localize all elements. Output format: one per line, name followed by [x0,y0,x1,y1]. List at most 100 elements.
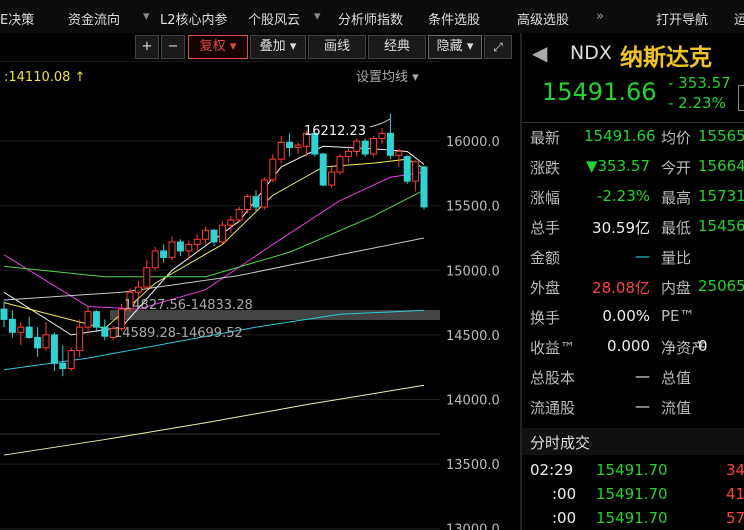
candle-body [8,318,16,333]
candle [319,152,327,187]
menu-item-fund-flow[interactable]: 资金流向 [68,9,120,28]
candle [218,221,226,245]
menu-item-advanced-select[interactable]: 高级选股 [517,9,569,28]
tick-price: 15491.70 [596,485,668,503]
quote-label: 流通股 [530,399,576,417]
candle-body [185,243,193,252]
quote-label: 收益™ [530,339,576,357]
candle [176,239,184,257]
candle-body [134,286,142,293]
quote-value: 0.000 [607,337,650,355]
quote-value: 28.08亿 [592,279,650,297]
candle [92,310,100,333]
quote-divider [522,122,744,123]
candle-body [17,326,25,333]
candle [76,319,84,357]
quote-label: 总值 [661,369,692,387]
candle [412,160,420,192]
fuquan-button[interactable]: 复权 ▾ [188,35,248,59]
zoom-out-button[interactable]: − [161,35,185,59]
candle [168,236,176,260]
candle [84,306,92,333]
candle-body [403,156,411,182]
back-arrow-icon[interactable]: ◀ [532,41,547,65]
menu-item-decision[interactable]: E决策 [0,9,34,28]
candle-body [412,161,420,182]
panel-edge-box [738,85,744,111]
candlestick-chart[interactable]: :14110.08 ↑ 设置均线 ▾ 16212.23 14827.56-148… [0,61,440,530]
candle-body [328,171,336,186]
candle-body [235,209,243,221]
draw-line-button[interactable]: 画线 [308,35,366,59]
candle-body [210,229,218,243]
menu-item-analyst-index[interactable]: 分析师指数 [338,9,403,28]
menu-item-stock-risk[interactable]: 个股风云 [248,9,300,28]
quote-value: 0 [698,337,708,355]
symbol-code: NDX [570,42,612,64]
candle-body [353,140,361,152]
y-tick-label: 13500.0 [446,458,500,473]
hide-button[interactable]: 隐藏 ▾ [428,35,482,59]
tick-price: 15491.70 [596,509,668,527]
tick-volume: 57 [726,509,744,527]
candle [277,135,285,164]
quote-label: 量比 [661,249,692,267]
tick-time: :00 [552,509,577,527]
candle [294,142,302,155]
tick-volume: 34 [726,461,744,479]
menu-item-open-nav[interactable]: 打开导航 [656,9,708,28]
overlay-button[interactable]: 叠加 ▾ [250,35,306,59]
quote-label: 总手 [530,219,561,237]
zone-label-lower: 14589.28-14699.52 [114,326,243,341]
candle [59,345,67,377]
quote-value: ▼353.57 [585,157,650,175]
candle [336,154,344,175]
classic-button[interactable]: 经典 [368,35,426,59]
candle [193,234,201,253]
candle [403,155,411,184]
expand-arrows-icon[interactable]: ⤢ [484,35,512,59]
low-value-label: :14110.08 ↑ [4,70,85,85]
candle-body [286,141,294,149]
candle-body [0,308,8,320]
candle-body [420,166,428,208]
candle [50,332,58,372]
candle-body [244,196,252,211]
quote-value: 15731 [698,187,744,205]
zone-label-upper: 14827.56-14833.28 [124,298,253,313]
price-change: - 353.57 [668,74,731,92]
candle [269,154,277,183]
candle [8,310,16,338]
candle-body [50,334,58,364]
y-tick-label: 15000.0 [446,264,500,279]
y-tick-label: 15500.0 [446,200,500,215]
candle [252,190,260,211]
candle-body [67,349,75,369]
quote-label: 流值 [661,399,692,417]
candle [353,138,361,157]
candle [151,247,159,271]
chevron-down-icon[interactable]: ▾ [314,9,321,24]
candle-body [294,144,302,149]
quote-value: — [635,247,650,265]
menu-item-truncated[interactable]: 运 [734,9,744,28]
quote-label: 内盘 [661,279,692,297]
chevron-down-icon: ▾ [229,39,237,54]
ma-line [3,384,425,456]
quote-value: -2.23% [596,187,650,205]
y-tick-label: 16000.0 [446,135,500,150]
candle-body [319,153,327,186]
symbol-name: 纳斯达克 [620,45,712,71]
quote-label: 外盘 [530,279,561,297]
candle [67,347,75,372]
zoom-in-button[interactable]: + [135,35,159,59]
menu-item-condition-select[interactable]: 条件选股 [428,9,480,28]
candle-body [344,150,352,158]
quote-value: 25065.6 [698,277,744,295]
quote-value: 0.00% [602,307,650,325]
candle [17,321,25,346]
more-chevron-icon[interactable]: » [596,9,604,24]
ma-settings-button[interactable]: 设置均线 ▾ [356,70,419,85]
menu-item-l2-insider[interactable]: L2核心内参 [160,9,228,28]
quote-label: 均价 [661,129,692,147]
